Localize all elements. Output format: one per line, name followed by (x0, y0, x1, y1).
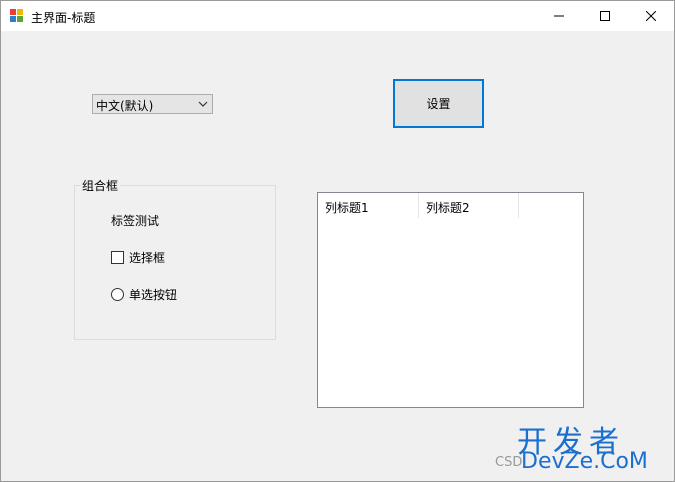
minimize-button[interactable] (536, 1, 582, 31)
title-bar[interactable]: 主界面-标题 (1, 1, 674, 31)
app-icon (10, 9, 24, 23)
select-checkbox[interactable]: 选择框 (111, 249, 165, 265)
close-icon (646, 11, 656, 21)
checkbox-icon[interactable] (111, 250, 124, 264)
watermark-bottom-text: DevZe.CoM (521, 449, 648, 474)
maximize-icon (600, 11, 610, 21)
settings-button[interactable]: 设置 (393, 79, 484, 128)
watermark-csdn-text: CSD (495, 455, 523, 470)
window-title: 主界面-标题 (31, 11, 96, 25)
watermark: 开发者 CSD DevZe.CoM (495, 417, 675, 482)
language-combobox[interactable]: 中文(默认) (92, 94, 213, 114)
column-header-1[interactable]: 列标题1 (318, 193, 419, 218)
radio-label: 单选按钮 (129, 287, 178, 302)
chevron-down-icon (198, 101, 208, 107)
radio-button[interactable]: 单选按钮 (111, 286, 177, 302)
maximize-button[interactable] (582, 1, 628, 31)
combobox-selected-value: 中文(默认) (96, 99, 154, 113)
radio-icon[interactable] (111, 287, 124, 301)
list-view[interactable]: 列标题1 列标题2 (317, 192, 584, 408)
group-box-title: 组合框 (80, 177, 121, 194)
group-box (74, 185, 276, 340)
minimize-icon (554, 15, 564, 17)
settings-button-label: 设置 (426, 97, 451, 111)
main-window: 主界面-标题 中文(默认) 设置 组合框 标签测试 选择框 单选按钮 列标题1 … (0, 0, 675, 482)
close-button[interactable] (628, 1, 674, 31)
test-label: 标签测试 (111, 214, 160, 228)
checkbox-label: 选择框 (129, 250, 166, 265)
column-header-2[interactable]: 列标题2 (419, 193, 519, 218)
